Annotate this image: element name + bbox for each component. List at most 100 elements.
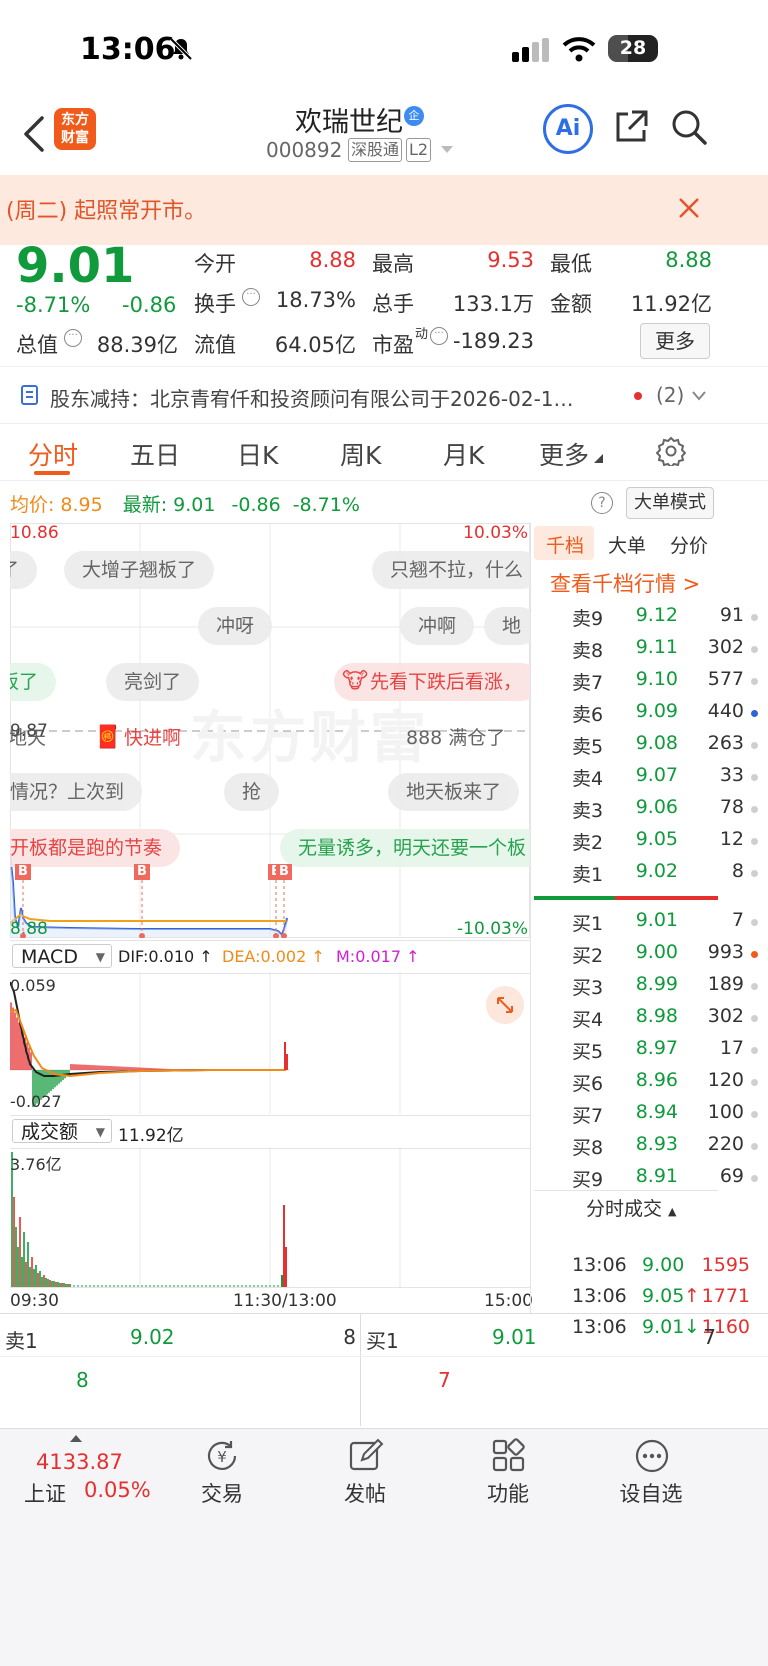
low-value: 8.88 <box>665 248 712 272</box>
bullet-comment: 大增子翘板了 <box>64 551 215 589</box>
tab-monthly-k[interactable]: 月K <box>443 436 484 472</box>
level-volume: 100 <box>707 1101 744 1123</box>
nav-functions[interactable]: 功能 <box>453 1478 563 1508</box>
bullet-comment: 板了 <box>10 663 57 701</box>
volume-label: 总手 <box>372 292 414 316</box>
bid-row[interactable]: 买1 9.01 7 <box>568 905 768 939</box>
index-change[interactable]: 0.05% <box>84 1478 151 1502</box>
indicator-dot <box>751 1175 758 1182</box>
index-name[interactable]: 上证 <box>24 1478 66 1508</box>
buy-marker[interactable]: B <box>15 864 31 880</box>
indicator-dot <box>751 870 758 877</box>
tab-weekly-k[interactable]: 周K <box>340 436 381 472</box>
orderbook-tab-depth[interactable]: 千档 <box>546 531 584 558</box>
bullet-comment: 地 <box>484 607 530 645</box>
bottom-bid-price: 9.01 <box>492 1325 537 1349</box>
volume-value: 133.1万 <box>452 292 534 316</box>
orderbook-tab-big-orders[interactable]: 大单 <box>608 531 646 558</box>
view-depth-link[interactable]: 查看千档行情 > <box>550 568 700 598</box>
volume-select[interactable]: 成交额 ▼ <box>12 1119 112 1143</box>
corner-triangle-icon <box>594 454 603 463</box>
level-label: 卖9 <box>572 608 604 630</box>
ask-row[interactable]: 卖9 9.12 91 <box>568 600 768 634</box>
bid-row[interactable]: 买5 8.97 17 <box>568 1033 768 1067</box>
macd-panel[interactable]: 0.059 -0.027 <box>10 972 530 1114</box>
buy-marker[interactable]: B <box>276 864 292 880</box>
indicator-dot <box>751 806 758 813</box>
info-icon[interactable]: ··· <box>64 329 82 347</box>
bullet-comment: 抢 <box>224 773 280 811</box>
help-icon[interactable]: ? <box>591 492 613 514</box>
level-label: 买2 <box>572 945 604 967</box>
ask-row[interactable]: 卖8 9.11 302 <box>568 632 768 666</box>
bullet-comment: 888 满仓了 <box>406 727 506 749</box>
bullet-comment: 冲啊 <box>400 607 475 645</box>
bid-row[interactable]: 买2 9.00 993 <box>568 937 768 971</box>
bottom-bid-volume: 7 <box>703 1325 716 1349</box>
bid-row[interactable]: 买4 8.98 302 <box>568 1001 768 1035</box>
back-icon[interactable] <box>22 114 46 154</box>
ask-row[interactable]: 卖1 9.02 8 <box>568 856 768 890</box>
share-icon[interactable] <box>612 108 650 146</box>
ask-row[interactable]: 卖6 9.09 440 <box>568 696 768 730</box>
intraday-chart[interactable]: 东方财富 10.86 10.03% 9.87 8.88 -10.03% 了 大增… <box>10 523 530 938</box>
buy-marker[interactable]: B <box>134 864 150 880</box>
expand-button[interactable] <box>486 986 524 1024</box>
indicator-dot <box>751 919 758 926</box>
more-button[interactable]: 更多 <box>640 323 710 359</box>
trades-header[interactable]: 分时成交 ▲ <box>586 1194 676 1221</box>
chevron-down-icon[interactable] <box>440 145 454 155</box>
tab-intraday[interactable]: 分时 <box>28 436 78 472</box>
level-label: 买6 <box>572 1073 604 1095</box>
bid-row[interactable]: 买3 8.99 189 <box>568 969 768 1003</box>
big-order-mode-button[interactable]: 大单模式 <box>626 487 714 519</box>
trade-volume: 1771 <box>701 1285 750 1307</box>
stock-header: 东方 财富 欢瑞世纪 企 000892 深股通 L2 Ai <box>0 100 768 175</box>
emoji-icon: 🐮 <box>342 669 369 694</box>
float-value: 64.05亿 <box>274 333 356 357</box>
info-icon[interactable]: ··· <box>242 288 260 306</box>
volume-panel[interactable]: 3.76亿 <box>10 1147 530 1287</box>
indicator-dot <box>751 838 758 845</box>
close-icon[interactable] <box>678 197 700 219</box>
bid-row[interactable]: 买6 8.96 120 <box>568 1065 768 1099</box>
ask-row[interactable]: 卖3 9.06 78 <box>568 792 768 826</box>
post-icon[interactable] <box>348 1438 384 1474</box>
tab-five-day[interactable]: 五日 <box>130 436 180 472</box>
nav-trade[interactable]: 交易 <box>167 1478 277 1508</box>
ask-row[interactable]: 卖7 9.10 577 <box>568 664 768 698</box>
notice-text: (周二) 起照常开市。 <box>6 199 207 224</box>
news-ticker[interactable]: 股东减持：北京青宥仟和投资顾问有限公司于2026-02-1… (2) <box>0 367 768 423</box>
notice-banner: (周二) 起照常开市。 <box>0 175 768 245</box>
level-label: 卖1 <box>572 864 604 886</box>
indicator-select[interactable]: MACD ▼ <box>12 944 112 968</box>
caret-up-icon: ▲ <box>668 1205 677 1218</box>
app-logo[interactable]: 东方 财富 <box>54 108 96 150</box>
svg-text:¥: ¥ <box>217 1448 227 1466</box>
nav-add-watchlist[interactable]: 设自选 <box>596 1478 706 1508</box>
low-label: 最低 <box>550 252 592 276</box>
orderbook-tab-price-dist[interactable]: 分价 <box>670 531 708 558</box>
bid-ask-ratio-bar <box>534 896 718 900</box>
bullet-comment: 开板都是跑的节奏 <box>10 829 181 867</box>
tab-more[interactable]: 更多 <box>539 436 589 472</box>
functions-icon[interactable] <box>491 1438 527 1474</box>
nav-post[interactable]: 发帖 <box>310 1478 420 1508</box>
ask-row[interactable]: 卖4 9.07 33 <box>568 760 768 794</box>
ai-button[interactable]: Ai <box>543 104 593 154</box>
bullet-comment: 地天 <box>10 727 47 749</box>
ask-row[interactable]: 卖2 9.05 12 <box>568 824 768 858</box>
search-icon[interactable] <box>670 108 708 146</box>
settings-icon[interactable] <box>656 436 686 466</box>
bid-row[interactable]: 买8 8.93 220 <box>568 1129 768 1163</box>
bullet-comment: 亮剑了 <box>106 663 200 701</box>
tab-daily-k[interactable]: 日K <box>237 436 278 472</box>
bid-row[interactable]: 买7 8.94 100 <box>568 1097 768 1131</box>
more-dots-icon[interactable] <box>634 1438 670 1474</box>
float-label: 流值 <box>194 333 236 357</box>
index-value[interactable]: 4133.87 <box>36 1450 123 1474</box>
tab-indicator <box>34 471 70 475</box>
ask-row[interactable]: 卖5 9.08 263 <box>568 728 768 762</box>
gift-icon: 🧧 <box>94 725 122 750</box>
trade-icon[interactable]: ¥ <box>203 1438 241 1474</box>
